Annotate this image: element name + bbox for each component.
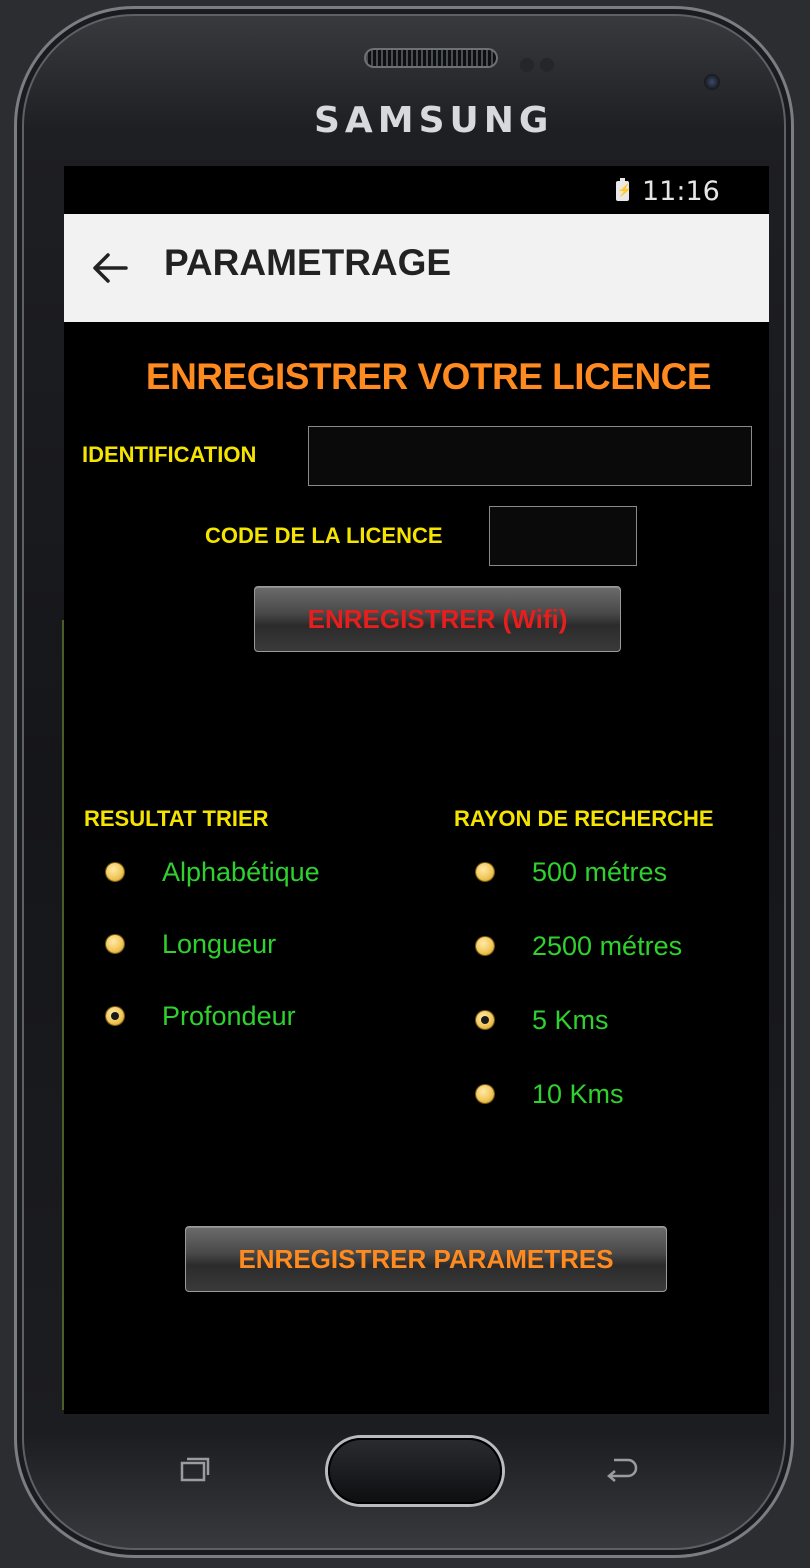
status-bar: 11:16 (64, 166, 769, 214)
status-time: 11:16 (642, 176, 720, 207)
radio-button[interactable] (476, 937, 494, 955)
save-settings-button[interactable]: ENREGISTRER PARAMETRES (185, 1226, 667, 1292)
screen: 11:16 PARAMETRAGE ENREGISTRER VOTRE LICE… (64, 166, 769, 1414)
identification-input[interactable] (308, 426, 752, 486)
radius-option-500m[interactable]: 500 métres (476, 852, 667, 892)
back-icon[interactable] (604, 1454, 640, 1484)
sort-option-profondeur[interactable]: Profondeur (106, 996, 296, 1036)
earpiece-speaker (366, 50, 496, 66)
radius-option-5km[interactable]: 5 Kms (476, 1000, 609, 1040)
app-bar: PARAMETRAGE (64, 214, 769, 322)
radio-label: 10 Kms (532, 1078, 624, 1109)
radio-button-selected[interactable] (476, 1011, 494, 1029)
light-sensor (540, 58, 554, 72)
radio-label: 5 Kms (532, 1004, 609, 1035)
radio-button[interactable] (106, 863, 124, 881)
radio-label: Profondeur (162, 1000, 296, 1031)
identification-label: IDENTIFICATION (82, 442, 257, 467)
radio-label: Alphabétique (162, 856, 320, 887)
front-camera-icon (704, 74, 720, 90)
radio-label: Longueur (162, 928, 277, 959)
radio-label: 2500 métres (532, 930, 683, 961)
license-code-input[interactable] (489, 506, 637, 566)
brand-logo: SAMSUNG (314, 100, 554, 141)
battery-charging-icon (616, 178, 632, 201)
radio-button[interactable] (106, 935, 124, 953)
search-radius-label: RAYON DE RECHERCHE (454, 806, 714, 831)
radio-button-selected[interactable] (106, 1007, 124, 1025)
radio-label: 500 métres (532, 856, 668, 887)
navigation-bar (64, 1414, 769, 1524)
sort-option-alphabetique[interactable]: Alphabétique (106, 852, 320, 892)
arrow-left-icon[interactable] (88, 246, 132, 290)
license-code-label: CODE DE LA LICENCE (205, 523, 443, 548)
radius-option-2500m[interactable]: 2500 métres (476, 926, 682, 966)
edge-highlight (62, 620, 64, 1410)
recent-apps-icon[interactable] (180, 1456, 210, 1482)
home-button[interactable] (328, 1438, 502, 1504)
register-wifi-button[interactable]: ENREGISTRER (Wifi) (254, 586, 621, 652)
sort-option-longueur[interactable]: Longueur (106, 924, 276, 964)
radio-button[interactable] (476, 863, 494, 881)
sort-label: RESULTAT TRIER (84, 806, 269, 831)
license-heading: ENREGISTRER VOTRE LICENCE (145, 356, 712, 397)
page-title: PARAMETRAGE (164, 242, 452, 283)
radio-button[interactable] (476, 1085, 494, 1103)
proximity-sensor (520, 58, 534, 72)
radius-option-10km[interactable]: 10 Kms (476, 1074, 624, 1114)
